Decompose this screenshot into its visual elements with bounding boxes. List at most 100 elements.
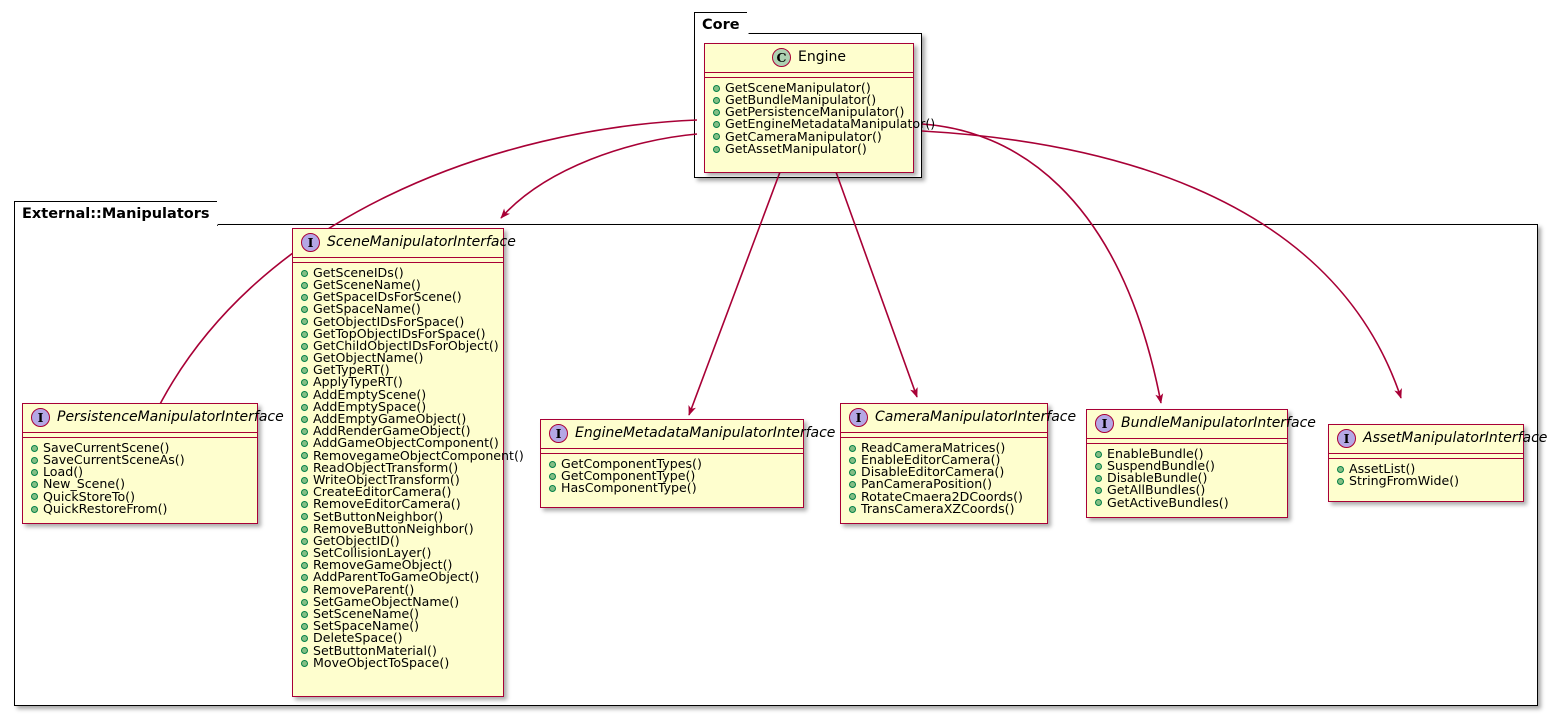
public-visibility-icon	[301, 342, 308, 350]
member-row: StringFromWide()	[1335, 472, 1517, 488]
interface-stereotype-icon: I	[31, 408, 50, 427]
class-stereotype-icon: C	[772, 48, 791, 67]
interface-bundle-manipulator-operations: EnableBundle() SuspendBundle() DisableBund…	[1087, 444, 1287, 514]
public-visibility-icon	[301, 513, 308, 521]
package-core-label: Core	[702, 17, 740, 33]
public-visibility-icon	[31, 468, 38, 476]
member-row: GetAssetManipulator()	[711, 142, 907, 155]
member-row: QuickRestoreFrom()	[29, 500, 251, 516]
member-label: StringFromWide()	[1349, 472, 1460, 488]
public-visibility-icon	[301, 354, 308, 362]
interface-bundle-manipulator-title: BundleManipulatorInterface	[1121, 415, 1316, 432]
public-visibility-icon	[849, 493, 856, 501]
public-visibility-icon	[713, 145, 720, 153]
public-visibility-icon	[301, 293, 308, 301]
interface-bundle-manipulator-header: I BundleManipulatorInterface	[1087, 410, 1316, 439]
public-visibility-icon	[301, 391, 308, 399]
public-visibility-icon	[549, 460, 556, 468]
interface-asset-manipulator-operations: AssetList() StringFromWide()	[1329, 459, 1523, 492]
public-visibility-icon	[1095, 499, 1102, 507]
interface-stereotype-icon: I	[849, 408, 868, 427]
member-label: QuickRestoreFrom()	[43, 500, 168, 516]
public-visibility-icon	[849, 456, 856, 464]
public-visibility-icon	[713, 96, 720, 104]
interface-persistence-manipulator[interactable]: I PersistenceManipulatorInterface SaveCu…	[22, 403, 284, 524]
interface-stereotype-icon: I	[1337, 429, 1356, 448]
public-visibility-icon	[849, 481, 856, 489]
class-engine-title: Engine	[798, 49, 846, 66]
interface-persistence-manipulator-operations: SaveCurrentScene() SaveCurrentSceneAs() Lo…	[23, 438, 257, 520]
member-label: HasComponentType()	[561, 480, 697, 496]
member-label: TransCameraXZCoords()	[861, 500, 1015, 516]
public-visibility-icon	[301, 379, 308, 387]
interface-camera-manipulator[interactable]: I CameraManipulatorInterface ReadCameraM…	[840, 403, 1076, 524]
interface-camera-manipulator-operations: ReadCameraMatrices() EnableEditorCamera()…	[841, 438, 1047, 520]
public-visibility-icon	[301, 452, 308, 460]
public-visibility-icon	[301, 598, 308, 606]
public-visibility-icon	[1095, 450, 1102, 458]
public-visibility-icon	[301, 367, 308, 375]
public-visibility-icon	[31, 444, 38, 452]
interface-stereotype-icon: I	[549, 424, 568, 443]
public-visibility-icon	[301, 562, 308, 570]
class-engine[interactable]: C Engine GetSceneManipulator() GetBundleM…	[704, 43, 935, 173]
public-visibility-icon	[301, 488, 308, 496]
interface-persistence-manipulator-header: I PersistenceManipulatorInterface	[23, 404, 284, 433]
public-visibility-icon	[301, 525, 308, 533]
public-visibility-icon	[849, 505, 856, 513]
diagram-canvas: Core External::Manipulators C Engine Get…	[0, 0, 1552, 718]
interface-scene-manipulator-title: SceneManipulatorInterface	[327, 234, 516, 251]
public-visibility-icon	[301, 659, 308, 667]
public-visibility-icon	[31, 505, 38, 513]
public-visibility-icon	[1095, 487, 1102, 495]
member-label: GetActiveBundles()	[1107, 494, 1229, 510]
class-engine-header: C Engine	[705, 44, 913, 73]
interface-scene-manipulator-operations: GetSceneIDs() GetSceneName() GetSpaceIDsFo…	[293, 263, 524, 674]
public-visibility-icon	[301, 415, 308, 423]
public-visibility-icon	[549, 484, 556, 492]
public-visibility-icon	[301, 476, 308, 484]
public-visibility-icon	[31, 481, 38, 489]
member-label: MoveObjectToSpace()	[313, 654, 450, 670]
public-visibility-icon	[301, 623, 308, 631]
public-visibility-icon	[301, 330, 308, 338]
public-visibility-icon	[301, 647, 308, 655]
public-visibility-icon	[713, 108, 720, 116]
interface-stereotype-icon: I	[301, 233, 320, 252]
public-visibility-icon	[301, 440, 308, 448]
edge-engine-to-scene	[500, 133, 698, 219]
member-row: MoveObjectToSpace()	[299, 654, 497, 670]
interface-engine-metadata-manipulator[interactable]: I EngineMetadataManipulatorInterface Get…	[540, 419, 835, 508]
interface-asset-manipulator-title: AssetManipulatorInterface	[1363, 430, 1548, 447]
interface-scene-manipulator-header: I SceneManipulatorInterface	[293, 229, 516, 258]
public-visibility-icon	[713, 121, 720, 129]
interface-bundle-manipulator[interactable]: I BundleManipulatorInterface EnableBundl…	[1086, 409, 1316, 518]
public-visibility-icon	[301, 269, 308, 277]
public-visibility-icon	[301, 501, 308, 509]
interface-engine-metadata-manipulator-title: EngineMetadataManipulatorInterface	[575, 425, 836, 442]
interface-persistence-manipulator-title: PersistenceManipulatorInterface	[57, 409, 284, 426]
package-external-label: External::Manipulators	[22, 206, 210, 222]
public-visibility-icon	[31, 456, 38, 464]
public-visibility-icon	[301, 549, 308, 557]
public-visibility-icon	[1337, 465, 1344, 473]
public-visibility-icon	[849, 444, 856, 452]
public-visibility-icon	[301, 318, 308, 326]
public-visibility-icon	[713, 84, 720, 92]
interface-scene-manipulator[interactable]: I SceneManipulatorInterface GetSceneIDs(…	[292, 228, 524, 697]
public-visibility-icon	[301, 281, 308, 289]
public-visibility-icon	[301, 306, 308, 314]
interface-camera-manipulator-title: CameraManipulatorInterface	[875, 409, 1077, 426]
public-visibility-icon	[301, 635, 308, 643]
public-visibility-icon	[301, 428, 308, 436]
interface-asset-manipulator-header: I AssetManipulatorInterface	[1329, 425, 1547, 454]
public-visibility-icon	[1095, 462, 1102, 470]
member-row: TransCameraXZCoords()	[847, 500, 1041, 516]
public-visibility-icon	[1337, 477, 1344, 485]
interface-engine-metadata-manipulator-header: I EngineMetadataManipulatorInterface	[541, 420, 835, 449]
class-engine-operations: GetSceneManipulator() GetBundleManipulato…	[705, 78, 935, 160]
public-visibility-icon	[1095, 474, 1102, 482]
interface-asset-manipulator[interactable]: I AssetManipulatorInterface AssetList() S…	[1328, 424, 1547, 502]
public-visibility-icon	[301, 610, 308, 618]
public-visibility-icon	[31, 493, 38, 501]
